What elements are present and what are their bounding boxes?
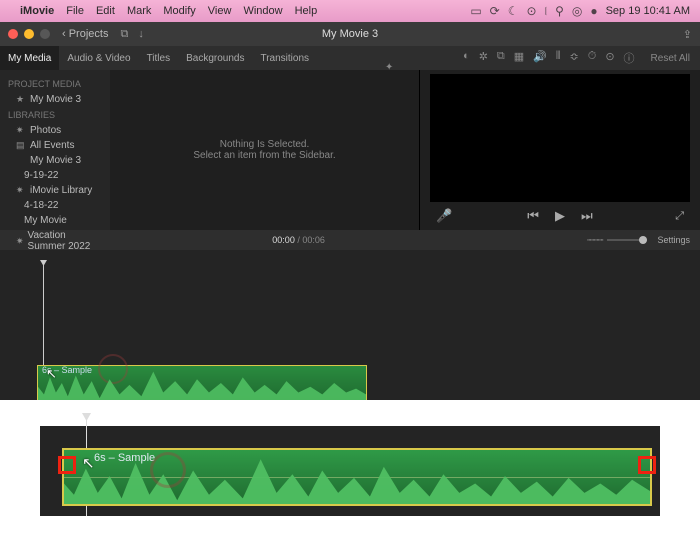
color-balance-icon[interactable]: ◐ xyxy=(463,50,470,66)
sidebar-item-label: Photos xyxy=(30,125,61,136)
window-title: My Movie 3 xyxy=(322,28,378,40)
media-import-icon[interactable]: ⧉ xyxy=(120,28,128,41)
library-icon: ✷ xyxy=(16,185,26,196)
info-icon[interactable]: ⓘ xyxy=(624,50,635,66)
status-icon[interactable]: ⟳ xyxy=(490,4,500,18)
window-zoom-button[interactable] xyxy=(40,29,50,39)
sidebar-header-project-media: PROJECT MEDIA xyxy=(0,76,110,92)
sidebar-item-label: My Movie xyxy=(24,215,67,226)
status-icon[interactable]: ☾ xyxy=(508,4,519,18)
sidebar-header-libraries: LIBRARIES xyxy=(0,107,110,123)
browser-toolbar: My Media Audio & Video Titles Background… xyxy=(0,46,700,70)
sidebar-item[interactable]: ✷ Photos xyxy=(0,123,110,138)
imovie-window: ‹ Projects ⧉ ↓ My Movie 3 ⇪ My Media Aud… xyxy=(0,22,700,400)
sidebar-item-label: iMovie Library xyxy=(30,185,92,196)
back-to-projects-button[interactable]: ‹ Projects xyxy=(62,28,108,40)
timeline-timecode: 00:00 / 00:06 xyxy=(272,235,325,245)
menu-file[interactable]: File xyxy=(66,5,84,17)
tab-my-media[interactable]: My Media xyxy=(0,46,59,70)
noise-icon[interactable]: ⫴ xyxy=(556,50,561,66)
eq-icon[interactable]: ≎ xyxy=(570,50,579,66)
menu-mark[interactable]: Mark xyxy=(127,5,151,17)
play-button[interactable]: ▶ xyxy=(555,208,565,224)
color-correction-icon[interactable]: ✲ xyxy=(479,50,488,66)
sidebar-item[interactable]: ▤ All Events xyxy=(0,138,110,153)
tab-titles[interactable]: Titles xyxy=(139,46,179,70)
reset-all-button[interactable]: Reset All xyxy=(651,53,690,64)
sidebar-item[interactable]: 9-19-22 xyxy=(0,168,110,183)
sidebar-item[interactable]: My Movie xyxy=(0,213,110,228)
menu-modify[interactable]: Modify xyxy=(163,5,195,17)
window-close-button[interactable] xyxy=(8,29,18,39)
tab-backgrounds[interactable]: Backgrounds xyxy=(178,46,252,70)
sidebar-item[interactable]: My Movie 3 xyxy=(0,153,110,168)
menu-window[interactable]: Window xyxy=(243,5,282,17)
menu-edit[interactable]: Edit xyxy=(96,5,115,17)
trim-handle-right-highlight xyxy=(638,456,656,474)
empty-title: Nothing Is Selected. xyxy=(220,139,310,150)
main-content-row: PROJECT MEDIA ★ My Movie 3 LIBRARIES ✷ Pho… xyxy=(0,70,700,230)
stabilize-icon[interactable]: ▦ xyxy=(514,50,524,66)
grid-icon: ▤ xyxy=(16,140,26,151)
timeline-zoom-slider[interactable]: ┉┉┉ xyxy=(587,235,647,246)
sidebar-item-label: 4-18-22 xyxy=(24,200,58,211)
sidebar-item-label: 9-19-22 xyxy=(24,170,58,181)
click-ring-annotation xyxy=(150,452,186,488)
timeline[interactable]: ↖ 6s – Sample xyxy=(0,250,700,400)
macos-menubar: iMovie File Edit Mark Modify View Window… xyxy=(0,0,700,22)
sidebar-item-label: My Movie 3 xyxy=(30,155,81,166)
menubar-datetime[interactable]: Sep 19 10:41 AM xyxy=(606,5,690,17)
library-sidebar: PROJECT MEDIA ★ My Movie 3 LIBRARIES ✷ Pho… xyxy=(0,70,110,230)
download-icon[interactable]: ↓ xyxy=(138,28,144,40)
sidebar-item[interactable]: 4-18-22 xyxy=(0,198,110,213)
speed-icon[interactable]: ⏱ xyxy=(588,50,597,66)
window-titlebar: ‹ Projects ⧉ ↓ My Movie 3 ⇪ xyxy=(0,22,700,46)
current-time: 00:00 xyxy=(272,235,295,245)
status-icon[interactable]: ● xyxy=(590,4,597,18)
trim-handle-left-highlight xyxy=(58,456,76,474)
browser-empty-state: Nothing Is Selected. Select an item from… xyxy=(110,70,420,230)
filter-icon[interactable]: ⊙ xyxy=(605,50,614,66)
status-icon[interactable]: ⊙ xyxy=(526,4,536,18)
empty-subtitle: Select an item from the Sidebar. xyxy=(193,150,335,161)
preview-controls: 🎤 ⏮ ▶ ⏭ ⤢ xyxy=(420,202,700,230)
cursor-icon: ↖ xyxy=(46,366,57,382)
next-button[interactable]: ⏭ xyxy=(581,208,593,224)
sidebar-item-label: Vacation Summer 2022 xyxy=(28,230,102,252)
timeline-settings-button[interactable]: Settings xyxy=(657,235,690,245)
magic-wand-icon[interactable]: ✦ xyxy=(385,62,393,73)
star-icon: ★ xyxy=(16,94,26,105)
voiceover-mic-icon[interactable]: 🎤 xyxy=(436,208,452,224)
zoomed-annotation-strip: 6s – Sample ↖ xyxy=(0,400,700,536)
menu-view[interactable]: View xyxy=(208,5,232,17)
tab-audio-video[interactable]: Audio & Video xyxy=(59,46,138,70)
search-icon[interactable]: ⚲ xyxy=(555,4,564,18)
wifi-icon[interactable]: ⧙ xyxy=(545,4,548,19)
fullscreen-icon[interactable]: ⤢ xyxy=(675,210,684,223)
inspector-toolbar: ◐ ✲ ⧉ ▦ 🔊 ⫴ ≎ ⏱ ⊙ ⓘ xyxy=(453,50,645,66)
share-icon[interactable]: ⇪ xyxy=(683,28,692,41)
zoomed-timeline: 6s – Sample ↖ xyxy=(40,426,660,516)
preview-pane: 🎤 ⏮ ▶ ⏭ ⤢ xyxy=(420,70,700,230)
sidebar-item-project[interactable]: ★ My Movie 3 xyxy=(0,92,110,107)
preview-viewer[interactable] xyxy=(430,74,690,202)
window-minimize-button[interactable] xyxy=(24,29,34,39)
audio-clip[interactable]: ↖ 6s – Sample xyxy=(37,365,367,400)
sidebar-item[interactable]: ✷ iMovie Library xyxy=(0,183,110,198)
library-icon: ✷ xyxy=(16,236,24,247)
control-center-icon[interactable]: ◎ xyxy=(572,4,582,18)
prev-button[interactable]: ⏮ xyxy=(527,208,539,224)
window-traffic-lights xyxy=(8,29,50,39)
volume-icon[interactable]: 🔊 xyxy=(533,50,547,66)
app-menu[interactable]: iMovie xyxy=(20,5,54,17)
sidebar-item-label: All Events xyxy=(30,140,74,151)
status-icon[interactable]: ▭ xyxy=(470,4,481,18)
menu-help[interactable]: Help xyxy=(295,5,318,17)
crop-icon[interactable]: ⧉ xyxy=(497,50,505,66)
tab-transitions[interactable]: Transitions xyxy=(252,46,317,70)
total-time: 00:06 xyxy=(302,235,325,245)
cursor-icon: ↖ xyxy=(82,454,95,472)
sidebar-item-label: My Movie 3 xyxy=(30,94,81,105)
photos-icon: ✷ xyxy=(16,125,26,136)
